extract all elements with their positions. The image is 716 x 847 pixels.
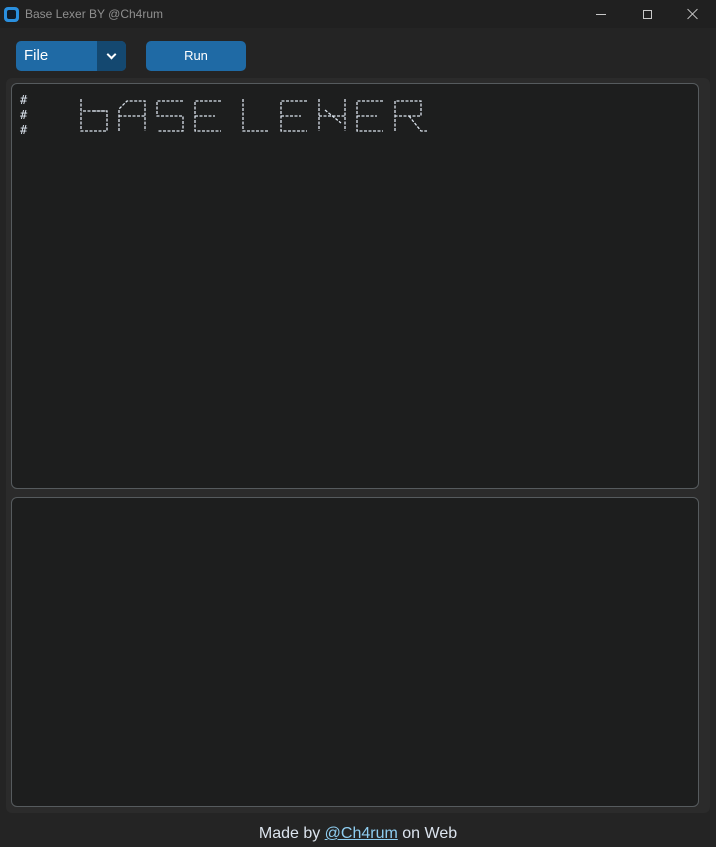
footer: Made by @Ch4rum on Web	[0, 822, 716, 847]
code-editor[interactable]: # # #	[11, 83, 699, 489]
footer-prefix: Made by	[258, 825, 325, 842]
hash-line: #	[20, 93, 28, 107]
window-controls	[578, 0, 716, 28]
ascii-banner	[79, 97, 439, 133]
run-button[interactable]: Run	[146, 41, 246, 71]
file-option-menu[interactable]: File	[16, 41, 126, 71]
file-menu-dropdown[interactable]	[97, 41, 126, 71]
app-icon	[4, 6, 19, 22]
ascii-banner-art	[80, 99, 427, 132]
app-window: Base Lexer BY @Ch4rum File Run # # # Mad…	[0, 0, 716, 847]
chevron-down-icon	[106, 49, 117, 59]
maximize-button[interactable]	[624, 0, 670, 28]
hash-line: #	[20, 123, 28, 137]
minimize-icon	[596, 13, 606, 15]
footer-suffix: on Web	[397, 825, 458, 842]
author-link[interactable]: @Ch4rum	[325, 825, 398, 842]
title-bar[interactable]: Base Lexer BY @Ch4rum	[0, 0, 716, 28]
window-title: Base Lexer BY @Ch4rum	[25, 7, 164, 21]
minimize-button[interactable]	[578, 0, 624, 28]
close-icon	[687, 8, 699, 20]
output-box[interactable]	[11, 497, 699, 807]
comment-hashes: # # #	[20, 93, 27, 138]
file-menu-label: File	[24, 47, 49, 64]
maximize-icon	[642, 9, 652, 19]
close-button[interactable]	[670, 0, 716, 28]
hash-line: #	[20, 108, 28, 122]
